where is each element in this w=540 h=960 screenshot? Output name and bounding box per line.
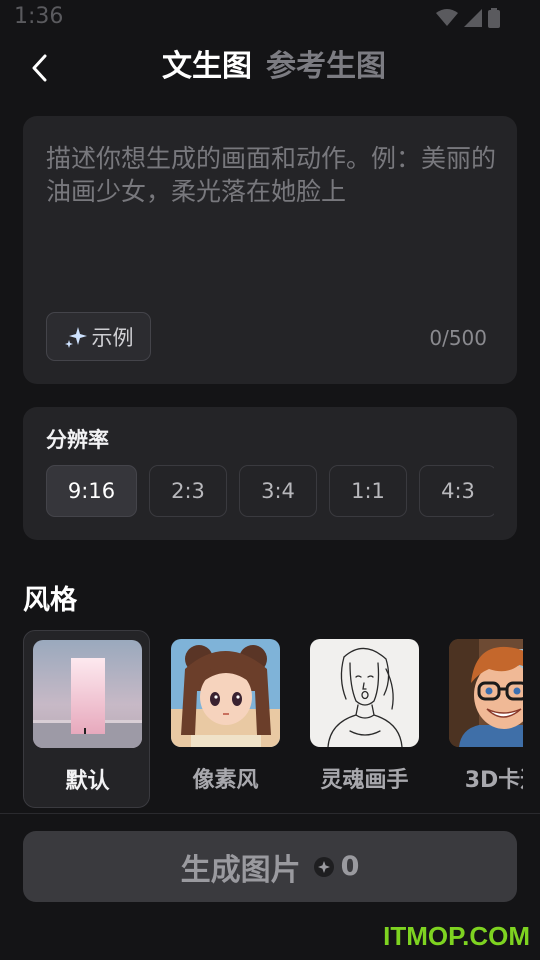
default-style-thumbnail [33,640,142,748]
style-section-title: 风格 [23,585,77,616]
style-option-3d-cartoon[interactable]: 3D卡通 [440,630,523,808]
watermark: ITMOP.COM [383,921,530,951]
example-button[interactable]: 示例 [46,312,151,361]
generate-image-button[interactable]: 生成图片 0 [23,831,517,902]
mode-tabs: 文生图 参考生图 [162,46,386,88]
prompt-input-card[interactable]: 描述你想生成的画面和动作。例：美丽的油画少女，柔光落在她脸上 示例 0/500 [23,116,517,384]
ratio-option-3-4[interactable]: 3:4 [239,465,317,517]
sketch-style-thumbnail [310,639,419,747]
sparkle-icon [64,326,87,348]
style-label-3d-cartoon: 3D卡通 [464,768,523,793]
style-label-sketch: 灵魂画手 [320,768,409,793]
generate-label: 生成图片 [180,852,301,888]
style-option-pixel[interactable]: 像素风 [162,630,289,808]
char-counter: 0/500 [429,326,487,350]
style-option-sketch[interactable]: 灵魂画手 [301,630,428,808]
chevron-left-icon [32,54,47,82]
resolution-card: 分辨率 9:16 2:3 3:4 1:1 4:3 [23,407,517,540]
style-label-default: 默认 [65,769,110,794]
resolution-title: 分辨率 [46,428,109,452]
ratio-options: 9:16 2:3 3:4 1:1 4:3 [46,465,494,517]
status-bar: 1:36 [0,0,540,36]
ratio-option-9-16[interactable]: 9:16 [46,465,137,517]
coin-icon [313,856,334,877]
ratio-option-2-3[interactable]: 2:3 [149,465,227,517]
style-options: 默认 像素风 灵魂画手 3D卡 [23,630,523,810]
status-icons [436,8,500,28]
style-option-default[interactable]: 默认 [23,630,150,808]
ratio-option-4-3[interactable]: 4:3 [419,465,494,517]
prompt-placeholder[interactable]: 描述你想生成的画面和动作。例：美丽的油画少女，柔光落在她脸上 [46,142,496,208]
ratio-option-1-1[interactable]: 1:1 [329,465,407,517]
wifi-icon [436,9,458,26]
tab-reference-to-image[interactable]: 参考生图 [266,46,386,88]
example-label: 示例 [91,325,134,350]
signal-icon [464,9,482,27]
header: 文生图 参考生图 [0,44,540,92]
generate-cost: 0 [313,851,360,882]
generate-cost-value: 0 [340,851,360,882]
pixel-style-thumbnail [171,639,280,747]
status-time: 1:36 [14,4,64,29]
style-label-pixel: 像素风 [192,768,259,793]
bottom-divider [0,813,540,814]
tab-text-to-image[interactable]: 文生图 [162,46,252,88]
battery-icon [488,8,500,28]
3d-cartoon-style-thumbnail [449,639,523,747]
back-button[interactable] [24,50,54,86]
